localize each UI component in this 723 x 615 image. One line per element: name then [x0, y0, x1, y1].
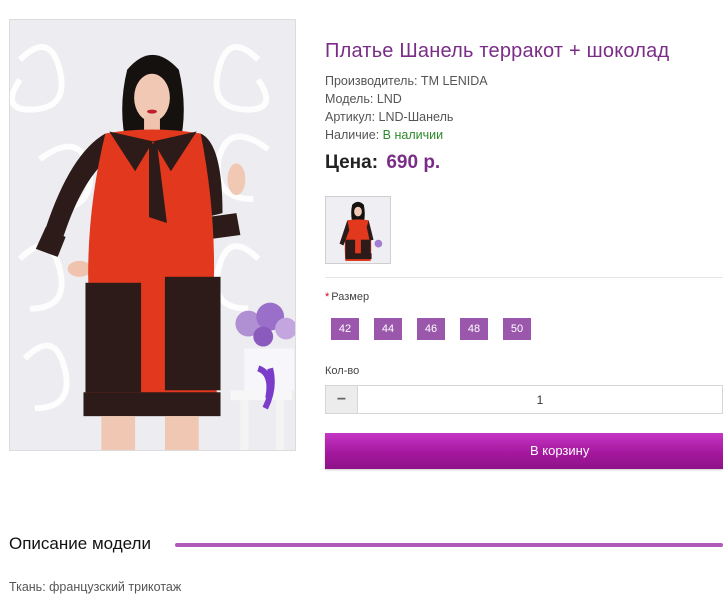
- size-option-48[interactable]: 48: [460, 318, 488, 340]
- product-info: Производитель: TM LENIDA Модель: LND Арт…: [325, 72, 488, 144]
- availability: Наличие: В наличии: [325, 126, 488, 144]
- model: Модель: LND: [325, 92, 402, 106]
- asterisk-icon: *: [325, 291, 330, 303]
- size-option-50[interactable]: 50: [503, 318, 531, 340]
- size-options: 42 44 46 48 50: [331, 318, 531, 340]
- description-heading-line: [175, 543, 723, 547]
- price-row: Цена: 690 р.: [325, 152, 440, 174]
- dress-photo: [10, 20, 295, 450]
- thumbnail-photo: [326, 197, 390, 263]
- minus-icon[interactable]: −: [326, 386, 358, 413]
- quantity-stepper: −: [325, 385, 723, 414]
- sku: Артикул: LND-Шанель: [325, 110, 454, 124]
- price-label: Цена:: [325, 152, 379, 173]
- product-thumbnail[interactable]: [325, 196, 391, 264]
- description-heading: Описание модели: [9, 534, 151, 553]
- size-label: * Размер: [325, 291, 369, 303]
- quantity-input[interactable]: [358, 386, 722, 413]
- manufacturer: Производитель: TM LENIDA: [325, 74, 488, 88]
- add-to-cart-button[interactable]: В корзину: [325, 433, 723, 469]
- size-option-46[interactable]: 46: [417, 318, 445, 340]
- quantity-label: Кол-во: [325, 365, 360, 377]
- section-divider: [325, 277, 723, 278]
- size-option-44[interactable]: 44: [374, 318, 402, 340]
- product-main-image[interactable]: [9, 19, 296, 451]
- product-title: Платье Шанель терракот + шоколад: [325, 40, 670, 62]
- size-label-text: Размер: [331, 291, 370, 303]
- size-option-42[interactable]: 42: [331, 318, 359, 340]
- fabric-description: Ткань: французский трикотаж: [9, 580, 182, 594]
- availability-value: В наличии: [382, 128, 444, 142]
- availability-label: Наличие:: [325, 128, 380, 142]
- price-value: 690 р.: [386, 152, 441, 173]
